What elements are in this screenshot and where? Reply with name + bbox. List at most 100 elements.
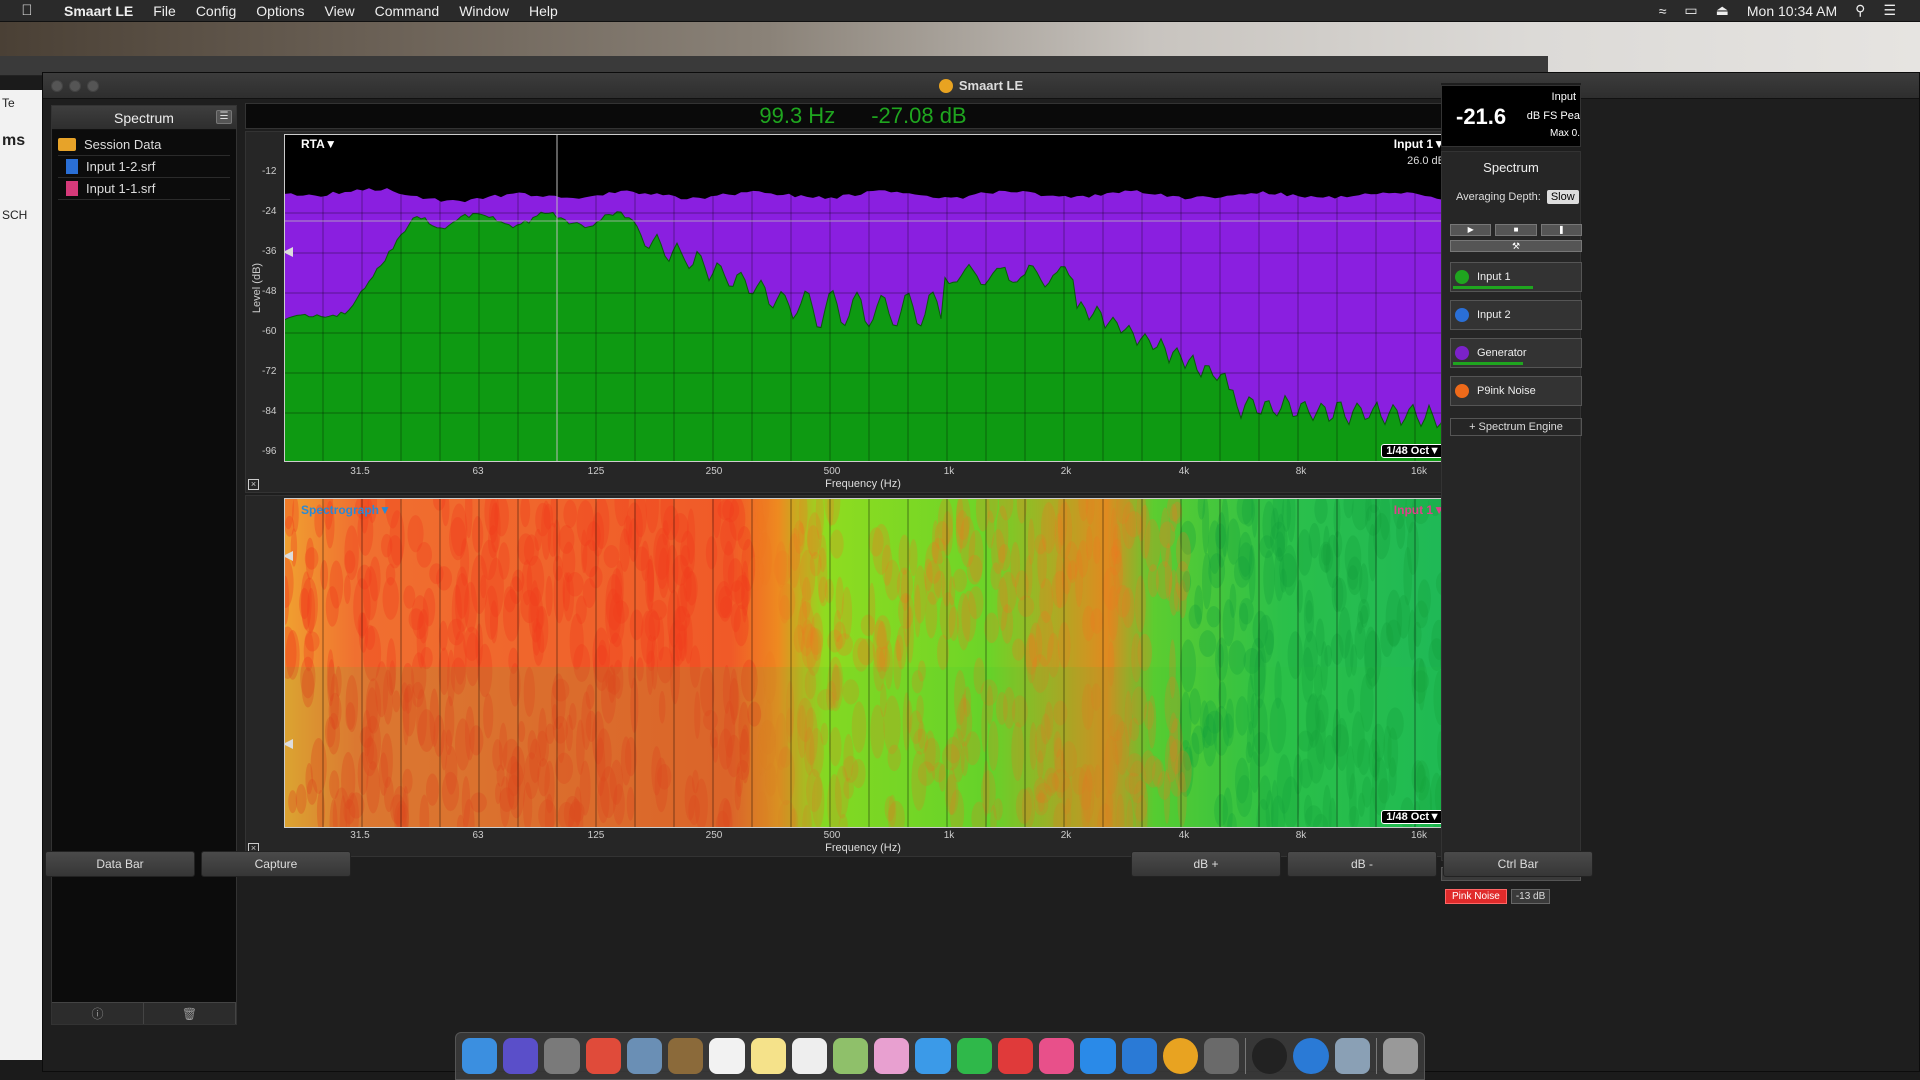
close-window-button[interactable] [51, 80, 63, 92]
menu-options[interactable]: Options [246, 3, 314, 19]
panel-menu-icon[interactable]: ☰ [216, 110, 232, 124]
data-bar-footer: ⓘ 🗑 [52, 1002, 236, 1024]
menu-help[interactable]: Help [519, 3, 568, 19]
siri-icon[interactable] [503, 1038, 538, 1074]
play-icon[interactable]: ▶ [1450, 224, 1491, 236]
chrome-icon[interactable] [586, 1038, 621, 1074]
facetime-icon[interactable] [957, 1038, 992, 1074]
spectrograph-resolution-button[interactable]: 1/48 Oct▼ [1381, 810, 1445, 824]
add-spectrum-engine-button[interactable]: + Spectrum Engine [1450, 418, 1582, 436]
spectrograph-texture [1189, 604, 1202, 628]
news-icon[interactable] [998, 1038, 1033, 1074]
airplay-icon[interactable]: ▭ [1684, 2, 1697, 19]
session-folder[interactable]: Session Data [58, 134, 230, 156]
menu-window[interactable]: Window [449, 3, 519, 19]
reminders-icon[interactable] [792, 1038, 827, 1074]
menu-view[interactable]: View [315, 3, 365, 19]
file-item[interactable]: Input 1-1.srf [58, 178, 230, 200]
spectrograph-texture [498, 542, 509, 580]
signal-color-icon [1455, 384, 1469, 398]
wifi-icon[interactable]: ≈ [1659, 3, 1667, 19]
music-icon[interactable] [1039, 1038, 1074, 1074]
spectrograph-texture [1333, 531, 1342, 557]
spectrograph-texture [1358, 599, 1370, 624]
spectrum-controls-title: Spectrum [1442, 160, 1580, 175]
m-app-icon[interactable] [1252, 1038, 1287, 1074]
menu-file[interactable]: File [143, 3, 186, 19]
spectrograph-plot[interactable]: Spectrograph▼ Input 1▼ 1/48 Oct▼ [284, 498, 1460, 828]
data-bar-button[interactable]: Data Bar [45, 851, 195, 877]
preview-icon[interactable] [627, 1038, 662, 1074]
maps-icon[interactable] [833, 1038, 868, 1074]
signal-generator[interactable]: Generator [1450, 338, 1582, 368]
minimize-window-button[interactable] [69, 80, 81, 92]
rta-resolution-button[interactable]: 1/48 Oct▼ [1381, 444, 1445, 458]
zoom-window-button[interactable] [87, 80, 99, 92]
capture-button[interactable]: Capture [201, 851, 351, 877]
spectrograph-texture [326, 586, 339, 627]
spectrograph-texture [914, 584, 920, 637]
notification-center-icon[interactable]: ☰ [1883, 2, 1896, 19]
rta-mode-button[interactable]: RTA▼ [301, 137, 337, 151]
pink-noise-button[interactable]: Pink Noise [1445, 889, 1507, 904]
spectrograph-texture [1082, 606, 1094, 641]
ctrl-bar-button[interactable]: Ctrl Bar [1443, 851, 1593, 877]
signal-input-1[interactable]: Input 1 [1450, 262, 1582, 292]
file-item[interactable]: Input 1-2.srf [58, 156, 230, 178]
tools-icon[interactable]: ⚒ [1450, 240, 1582, 252]
trash-dock-icon[interactable] [1383, 1038, 1418, 1074]
spectrograph-texture [1144, 519, 1160, 572]
stop-icon[interactable]: ■ [1495, 224, 1536, 236]
rta-graph[interactable] [285, 135, 1459, 461]
spectrograph-texture [1012, 639, 1025, 661]
rta-plot[interactable]: RTA▼ Input 1▼ 26.0 dB 1/48 Oct▼ [284, 134, 1460, 462]
photos-icon[interactable] [874, 1038, 909, 1074]
safari-icon[interactable] [1122, 1038, 1157, 1074]
spectrograph-texture [1304, 590, 1314, 643]
smaart-dock-icon[interactable] [1163, 1038, 1198, 1074]
messages-icon[interactable] [915, 1038, 950, 1074]
info-icon[interactable]: ⓘ [52, 1003, 144, 1024]
x-tick-label: 125 [588, 830, 605, 841]
apple-menu-icon[interactable]:  [0, 2, 54, 19]
signal-pink-noise[interactable]: P9ink Noise [1450, 376, 1582, 406]
rta-y-tick: -96 [262, 446, 276, 457]
db-plus-button[interactable]: dB + [1131, 851, 1281, 877]
averaging-select[interactable]: Slow [1547, 190, 1579, 204]
spectrograph-texture [1380, 622, 1393, 657]
spectrograph-mode-button[interactable]: Spectrograph▼ [301, 503, 391, 517]
spectrograph-graph[interactable] [285, 499, 1459, 827]
db-minus-button[interactable]: dB - [1287, 851, 1437, 877]
spectrograph-input-button[interactable]: Input 1▼ [1394, 503, 1445, 517]
spectrograph-texture [1148, 564, 1159, 597]
notes-icon[interactable] [751, 1038, 786, 1074]
menu-command[interactable]: Command [365, 3, 450, 19]
spotlight-search-icon[interactable]: ⚲ [1855, 2, 1865, 19]
calendar-icon[interactable] [709, 1038, 744, 1074]
rta-input-button[interactable]: Input 1▼ [1394, 137, 1445, 151]
x-tick-label: 8k [1296, 830, 1307, 841]
pause-icon[interactable]: ❚ [1541, 224, 1582, 236]
image-capture-icon[interactable] [1335, 1038, 1370, 1074]
x-tick-label: 1k [944, 466, 955, 477]
spectrograph-texture [291, 528, 297, 566]
spectrograph-texture [1324, 645, 1332, 667]
spectrograph-texture [305, 631, 320, 651]
eject-icon[interactable]: ⏏ [1716, 2, 1729, 19]
clock[interactable]: Mon 10:34 AM [1747, 3, 1837, 19]
spectrograph-texture [1137, 634, 1152, 671]
wifi-utility-icon[interactable] [1293, 1038, 1328, 1074]
signal-input-2[interactable]: Input 2 [1450, 300, 1582, 330]
app-store-icon[interactable] [1080, 1038, 1115, 1074]
spectrograph-texture [720, 596, 732, 618]
menu-config[interactable]: Config [186, 3, 246, 19]
pink-noise-level[interactable]: -13 dB [1511, 889, 1550, 904]
contacts-icon[interactable] [668, 1038, 703, 1074]
system-preferences-icon[interactable] [1204, 1038, 1239, 1074]
close-plot-icon[interactable]: × [248, 479, 259, 490]
trash-icon[interactable]: 🗑 [144, 1003, 236, 1024]
finder-icon[interactable] [462, 1038, 497, 1074]
signal-label: P9ink Noise [1477, 385, 1536, 397]
launchpad-icon[interactable] [544, 1038, 579, 1074]
app-menu[interactable]: Smaart LE [54, 3, 143, 19]
